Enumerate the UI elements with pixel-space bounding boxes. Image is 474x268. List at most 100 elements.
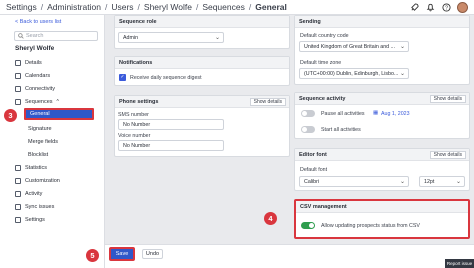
sidebar-item-label: Calendars — [25, 73, 51, 79]
default-font-label: Default font — [300, 167, 328, 173]
sidebar-item-blocklist[interactable]: Blocklist — [28, 152, 48, 158]
chevron-down-icon: ⌄ — [214, 35, 220, 41]
csv-update-label: Allow updating prospects status from CSV — [321, 223, 420, 229]
save-button[interactable]: Save — [109, 247, 135, 261]
country-code-select[interactable]: United Kingdom of Great Britain and ... ⌄ — [299, 41, 409, 52]
callout-3: 3 — [4, 109, 17, 122]
time-zone-label: Default time zone — [300, 60, 342, 66]
default-font-value: Calibri — [304, 179, 320, 185]
breadcrumb-sequences[interactable]: Sequences — [202, 2, 245, 12]
phone-show-details-button[interactable]: Show details — [249, 98, 286, 106]
sidebar-item-general[interactable]: General — [24, 108, 94, 120]
pause-activities-toggle[interactable] — [301, 110, 315, 117]
top-bar: Settings / Administration / Users / Sheryl … — [0, 0, 474, 15]
time-zone-value: (UTC+00:00) Dublin, Edinburgh, Lisbo... — [304, 71, 399, 77]
sidebar-item-sequences[interactable]: Sequences ^ — [15, 97, 59, 107]
voice-number-field[interactable]: No Number — [118, 140, 224, 151]
csv-management-title: CSV management — [296, 201, 468, 213]
csv-update-toggle[interactable] — [301, 222, 315, 229]
time-zone-select[interactable]: (UTC+00:00) Dublin, Edinburgh, Lisbo... ⌄ — [299, 68, 409, 79]
bell-icon[interactable] — [425, 2, 436, 13]
sequences-icon — [15, 99, 21, 105]
sidebar-item-customization[interactable]: Customization — [15, 176, 60, 186]
breadcrumb-settings[interactable]: Settings — [6, 2, 37, 12]
breadcrumb-general: General — [255, 2, 287, 12]
details-icon — [15, 60, 21, 66]
font-show-details-button[interactable]: Show details — [429, 151, 466, 159]
sending-card: Sending Default country code United King… — [294, 15, 470, 85]
daily-digest-checkbox[interactable]: ✓ — [119, 74, 126, 81]
chevron-up-icon: ^ — [56, 99, 59, 105]
sms-label: SMS number — [118, 112, 149, 118]
sidebar-item-details[interactable]: Details — [15, 58, 42, 68]
sidebar: < Back to users list Search Sheryl Wolfe… — [0, 15, 105, 268]
chevron-down-icon: ⌄ — [399, 71, 405, 77]
connectivity-icon — [15, 86, 21, 92]
search-placeholder: Search — [26, 33, 44, 39]
phone-settings-title: Phone settings Show details — [115, 96, 289, 108]
notifications-card: Notifications ✓ Receive daily sequence d… — [114, 56, 290, 86]
sms-number-field[interactable]: No Number — [118, 119, 224, 130]
pause-date[interactable]: Aug 1, 2023 — [381, 111, 410, 117]
country-code-value: United Kingdom of Great Britain and ... — [304, 44, 395, 50]
sequence-activity-title: Sequence activity Show details — [295, 93, 469, 105]
sidebar-item-label: Settings — [25, 217, 45, 223]
breadcrumb-user[interactable]: Sheryl Wolfe — [144, 2, 192, 12]
country-code-label: Default country code — [300, 33, 349, 39]
sidebar-item-label: Connectivity — [25, 86, 55, 92]
chevron-down-icon: ⌄ — [399, 44, 405, 50]
editor-font-title-text: Editor font — [299, 152, 327, 158]
sidebar-item-label: Details — [25, 60, 42, 66]
start-activities-toggle[interactable] — [301, 126, 315, 133]
sidebar-item-merge-fields[interactable]: Merge fields — [28, 139, 58, 145]
sidebar-item-label: General — [30, 111, 50, 117]
gear-icon — [15, 217, 21, 223]
sidebar-user-name: Sheryl Wolfe — [15, 45, 55, 52]
statistics-icon — [15, 165, 21, 171]
undo-button[interactable]: Undo — [142, 249, 163, 259]
sequence-role-title: Sequence role — [115, 16, 289, 28]
report-issue-button[interactable]: Report issue — [445, 259, 474, 268]
customization-icon — [15, 178, 21, 184]
font-size-select[interactable]: 12pt ⌄ — [419, 176, 465, 187]
start-activities-label: Start all activities — [321, 127, 361, 133]
sequence-role-value: Admin — [123, 35, 139, 41]
callout-5: 5 — [86, 249, 99, 262]
sidebar-item-sync-issues[interactable]: Sync issues — [15, 202, 54, 212]
sidebar-item-signature[interactable]: Signature — [28, 126, 52, 132]
callout-4: 4 — [264, 212, 277, 225]
avatar[interactable] — [457, 2, 468, 13]
sidebar-item-connectivity[interactable]: Connectivity — [15, 84, 55, 94]
sidebar-item-label: Statistics — [25, 165, 48, 171]
chevron-down-icon: ⌄ — [399, 179, 405, 185]
breadcrumb-administration[interactable]: Administration — [47, 2, 101, 12]
pause-activities-label: Pause all activities — [321, 111, 365, 117]
font-size-value: 12pt — [424, 179, 435, 185]
sidebar-item-calendars[interactable]: Calendars — [15, 71, 50, 81]
search-icon — [18, 33, 24, 42]
calendar-icon — [15, 73, 21, 79]
sequence-role-select[interactable]: Admin ⌄ — [118, 32, 224, 43]
svg-text:?: ? — [445, 5, 448, 11]
sidebar-search-input[interactable]: Search — [14, 31, 98, 41]
sequence-role-card: Sequence role Admin ⌄ — [114, 15, 290, 49]
back-to-users-link[interactable]: < Back to users list — [15, 19, 61, 25]
sidebar-item-settings[interactable]: Settings — [15, 215, 45, 225]
sidebar-item-label: Sequences — [25, 99, 53, 105]
voice-label: Voice number — [118, 133, 151, 139]
sequence-activity-card: Sequence activity Show details Pause all … — [294, 92, 470, 139]
help-icon[interactable]: ? — [441, 2, 452, 13]
sidebar-item-statistics[interactable]: Statistics — [15, 163, 47, 173]
sidebar-item-activity[interactable]: Activity — [15, 189, 42, 199]
sequence-activity-title-text: Sequence activity — [299, 96, 346, 102]
rocket-icon[interactable] — [409, 2, 420, 13]
breadcrumb-users[interactable]: Users — [111, 2, 133, 12]
sending-title: Sending — [295, 16, 469, 28]
activity-show-details-button[interactable]: Show details — [429, 95, 466, 103]
default-font-select[interactable]: Calibri ⌄ — [299, 176, 409, 187]
daily-digest-label: Receive daily sequence digest — [130, 75, 202, 81]
notifications-title: Notifications — [115, 57, 289, 69]
sidebar-item-label: Customization — [25, 178, 60, 184]
chevron-down-icon: ⌄ — [455, 179, 461, 185]
phone-settings-title-text: Phone settings — [119, 99, 159, 105]
